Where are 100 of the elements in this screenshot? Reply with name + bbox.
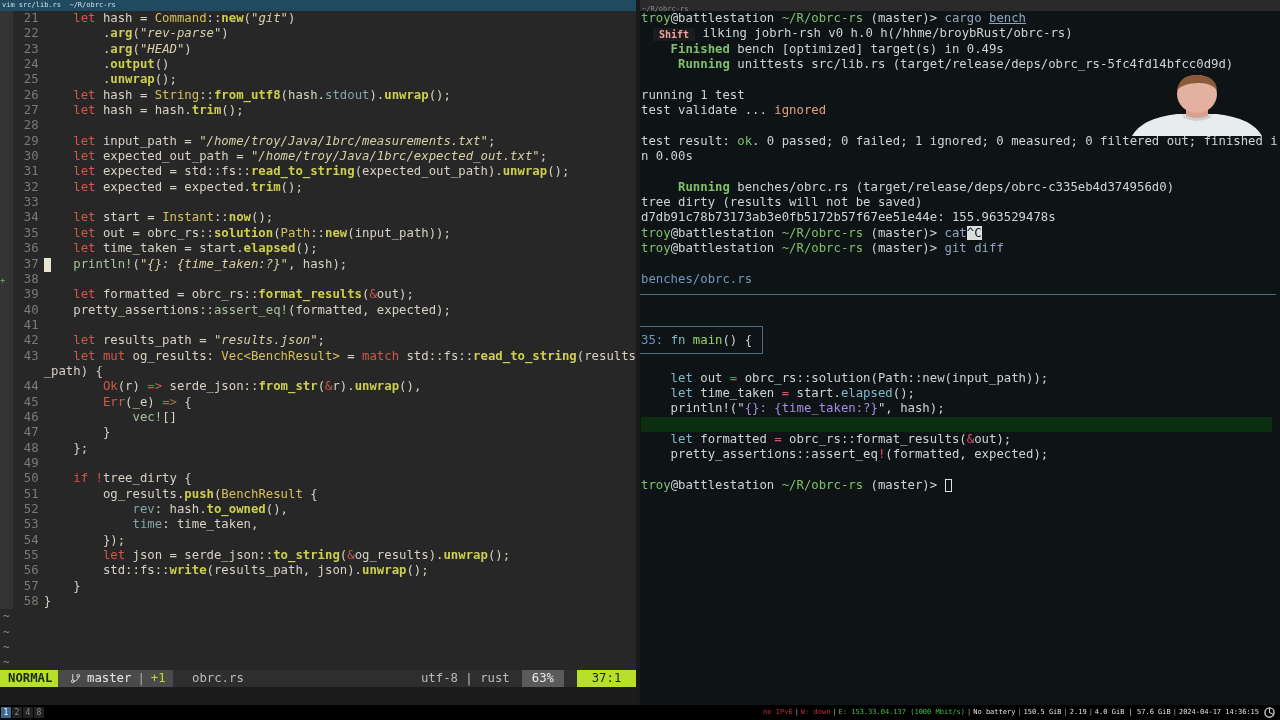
- line-number: 36: [23, 241, 39, 256]
- empty-line-marker: ~: [3, 641, 10, 655]
- code-line: let formatted = obrc_rs::format_results(&out);: [72, 287, 414, 303]
- line-number: 41: [23, 317, 39, 332]
- code-line: .unwrap();: [101, 72, 177, 88]
- code-line: let expected = expected.trim();: [72, 179, 303, 196]
- workspace-button[interactable]: 4: [23, 707, 33, 718]
- code-line: std::fs::write(results_path, json).unwrap();: [101, 563, 429, 579]
- terminal-prompt: troy@battlestation ~/R/obrc-rs (master)>: [641, 477, 939, 494]
- terminal-line: Finished bench [optimized] target(s) in 0.49s: [669, 41, 1004, 58]
- line-number: 51: [23, 486, 39, 501]
- code-line: if !tree_dirty {: [72, 471, 192, 487]
- line-number: 56: [23, 563, 39, 578]
- line-number: 28: [23, 118, 39, 133]
- code-line: Err(_e) => {: [101, 394, 192, 410]
- terminal-line: n 0.00s: [641, 149, 693, 165]
- code-line: .output(): [101, 57, 170, 73]
- code-line: let out = obrc_rs::solution(Path::new(input_path));: [72, 225, 451, 242]
- line-number: 42: [23, 333, 39, 348]
- diff-line: let time_taken = start.elapsed();: [669, 385, 915, 400]
- line-number: 25: [23, 72, 39, 87]
- code-line: let hash = Command::new("git"): [72, 11, 296, 27]
- file-name: obrc.rs: [192, 670, 244, 687]
- line-number: 43: [23, 348, 39, 363]
- empty-line-marker: ~: [3, 610, 10, 624]
- line-number: 30: [23, 149, 39, 164]
- branch-name: master: [87, 670, 132, 687]
- code-line: time: time_taken,: [131, 517, 259, 533]
- code-line: };: [72, 440, 89, 456]
- line-number: 54: [23, 532, 39, 547]
- terminal-line: troy@battlestation ~/R/obrc-rs (master)> cargo bench: [641, 11, 1026, 27]
- cursor-position: 37:1: [577, 670, 636, 687]
- code-line: let start = Instant::now();: [72, 210, 274, 226]
- mode-indicator: NORMAL: [0, 670, 58, 687]
- code-line: let hash = hash.trim();: [72, 103, 244, 119]
- workspace-button[interactable]: 2: [12, 707, 22, 718]
- line-number: 52: [23, 502, 39, 516]
- terminal-line: test validate ... ignored: [641, 103, 827, 119]
- git-added-sign: +: [0, 274, 6, 285]
- line-number: 38: [23, 271, 39, 286]
- line-number: 40: [23, 302, 39, 317]
- code-line: }: [101, 425, 111, 441]
- key-badge: Shift: [653, 27, 696, 41]
- line-number: 48: [23, 440, 39, 455]
- line-number: 23: [23, 41, 39, 56]
- code-line: rev: hash.to_owned(),: [131, 502, 288, 518]
- line-number: 53: [23, 517, 39, 532]
- code-line: og_results.push(BenchResult {: [101, 486, 318, 502]
- line-number: 27: [23, 103, 39, 118]
- branch-icon: [70, 673, 81, 684]
- line-number: 55: [23, 548, 39, 563]
- terminal-cursor: [944, 479, 952, 493]
- code-line: _path) {: [43, 363, 103, 380]
- code-line: .arg("rev-parse"): [101, 26, 229, 42]
- line-number: 31: [23, 164, 39, 179]
- line-number: 47: [23, 425, 39, 440]
- line-number: 57: [23, 578, 39, 593]
- line-number: 26: [23, 87, 39, 102]
- code-line: }: [72, 578, 81, 595]
- scroll-percent: 63%: [521, 670, 564, 687]
- diff-line: println!("{}: {time_taken:?}", hash);: [669, 401, 945, 416]
- workspace-button[interactable]: 1: [1, 707, 11, 718]
- code-line: println!("{}: {time_taken:?}", hash);: [72, 256, 348, 272]
- line-number: 32: [23, 179, 39, 194]
- code-line: vec![]: [131, 409, 177, 426]
- workspace-button[interactable]: 8: [34, 707, 44, 718]
- empty-line-marker: ~: [3, 656, 10, 670]
- line-number: 33: [23, 195, 39, 210]
- diff-line: pretty_assertions::assert_eq!(formatted, expected);: [669, 447, 1049, 462]
- line-number: 58: [23, 594, 39, 609]
- line-number: 24: [23, 57, 39, 72]
- code-line: let expected_out_path = "/home/troy/Java/1brc/expected_out.txt";: [72, 149, 548, 165]
- line-number: 34: [23, 210, 39, 225]
- line-number: 35: [23, 225, 39, 240]
- tray-icon: [1264, 707, 1275, 718]
- line-number: 29: [23, 133, 39, 148]
- code-line: let hash = String::from_utf8(hash.stdout).unwrap();: [72, 87, 451, 104]
- line-number: 45: [23, 394, 39, 409]
- line-number: 44: [23, 379, 39, 394]
- change-count: +1: [150, 670, 166, 687]
- line-number: 37: [23, 256, 39, 271]
- diff-line: let formatted = obrc_rs::format_results(&out);: [669, 431, 1012, 446]
- code-line: let results_path = "results.json";: [72, 333, 325, 349]
- code-line: Ok(r) => serde_json::from_str(&r).unwrap(),: [101, 379, 422, 395]
- diff-hunk-header: 35: fn main() {: [640, 326, 764, 355]
- code-line: pretty_assertions::assert_eq!(formatted, expected);: [72, 302, 451, 318]
- code-line: let mut og_results: Vec<BenchResult> = match std::fs::read_to_string(results: [72, 348, 636, 364]
- separator: |: [137, 670, 145, 687]
- line-number: 21: [23, 11, 39, 25]
- terminal-line: troy@battlestation ~/R/obrc-rs (master)> git diff: [641, 241, 1004, 257]
- code-line: let input_path = "/home/troy/Java/1brc/measurements.txt";: [72, 133, 496, 150]
- line-number: 50: [23, 471, 39, 486]
- terminal-line: benches/obrc.rs: [641, 271, 753, 288]
- terminal-line: tree dirty (results will not be saved): [641, 195, 923, 211]
- terminal-line: d7db91c78b73173ab3e0fb5172b57f67ee51e44e: 155.963529478s: [641, 210, 1056, 226]
- terminal-line: ilking jobrh-rsh v0 h.0 h(/hhme/broybRust/obrc-rs): [701, 26, 1073, 42]
- line-number: 49: [23, 455, 39, 470]
- line-number: 46: [23, 409, 39, 424]
- file-encoding: utf-8 | rust: [420, 670, 510, 687]
- line-number: 22: [23, 26, 39, 41]
